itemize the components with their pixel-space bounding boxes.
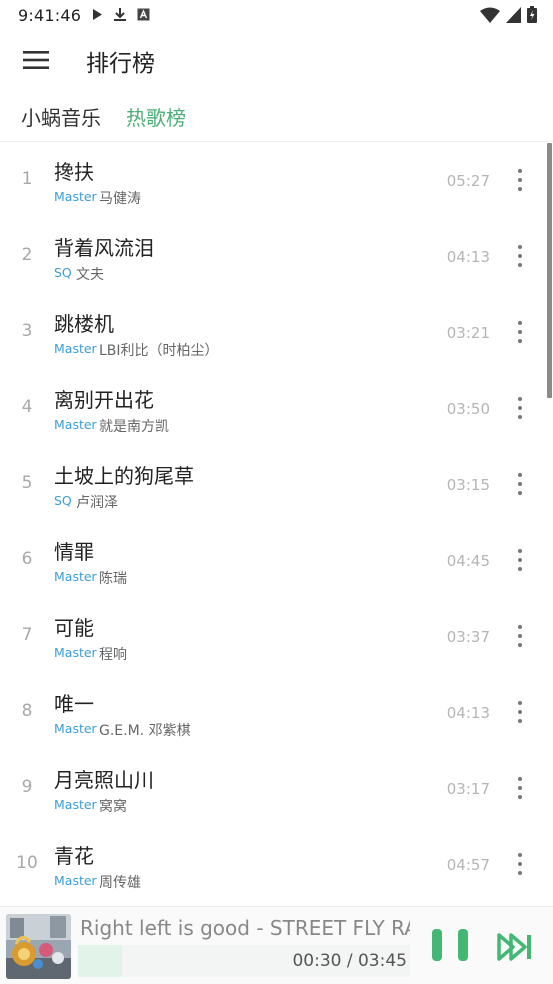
more-options-button[interactable] [515, 167, 525, 193]
song-duration: 05:27 [446, 172, 490, 190]
song-artist: 程响 [99, 647, 127, 663]
song-title: 情罪 [54, 540, 94, 564]
song-row[interactable]: 1 搀扶 Master 马健涛 05:27 [0, 143, 545, 219]
progress-fill [78, 945, 123, 977]
more-options-button[interactable] [515, 851, 525, 877]
skip-next-icon [497, 933, 531, 961]
more-options-button[interactable] [515, 319, 525, 345]
song-title: 背着风流泪 [54, 236, 154, 260]
album-cover[interactable] [6, 914, 71, 979]
tab-hot-songs[interactable]: 热歌榜 [126, 102, 186, 131]
song-rank: 7 [21, 625, 33, 645]
pause-button[interactable] [432, 929, 468, 965]
song-row[interactable]: 2 背着风流泪 SQ 文夫 04:13 [0, 219, 545, 295]
song-title: 土坡上的狗尾草 [54, 464, 194, 488]
source-tabs: 小蜗音乐 热歌榜 [0, 90, 553, 142]
quality-badge: SQ [54, 493, 72, 508]
song-row[interactable]: 9 月亮照山川 Master 窝窝 03:17 [0, 751, 545, 827]
quality-badge: Master [54, 341, 97, 356]
more-options-button[interactable] [515, 243, 525, 269]
quality-badge: SQ [54, 265, 72, 280]
song-rank: 9 [21, 777, 33, 797]
song-title: 可能 [54, 616, 94, 640]
song-list[interactable]: 1 搀扶 Master 马健涛 05:27 2 背着风流泪 SQ 文夫 04:1… [0, 143, 553, 906]
quality-badge: Master [54, 645, 97, 660]
quality-badge: Master [54, 417, 97, 432]
page-title: 排行榜 [86, 51, 155, 77]
menu-button[interactable] [18, 46, 54, 74]
song-row[interactable]: 8 唯一 Master G.E.M. 邓紫棋 04:13 [0, 675, 545, 751]
song-artist: 就是南方凯 [99, 419, 169, 435]
more-options-button[interactable] [515, 547, 525, 573]
song-title: 搀扶 [54, 160, 94, 184]
more-options-button[interactable] [515, 623, 525, 649]
song-artist: 马健涛 [99, 191, 141, 207]
song-title: 青花 [54, 844, 94, 868]
mini-player[interactable]: Right left is good - STREET FLY RA... 00… [0, 906, 553, 984]
notification-icons [92, 7, 150, 22]
song-artist: 窝窝 [99, 799, 127, 815]
song-duration: 03:17 [446, 780, 490, 798]
battery-icon [527, 6, 537, 23]
download-icon [114, 8, 126, 21]
system-icons [480, 6, 537, 23]
more-options-button[interactable] [515, 699, 525, 725]
song-rank: 1 [21, 169, 33, 189]
song-rank: 8 [21, 701, 33, 721]
next-button[interactable] [496, 931, 534, 963]
song-rank: 4 [21, 397, 33, 417]
quality-badge: Master [54, 569, 97, 584]
song-duration: 04:13 [446, 704, 490, 722]
song-rank: 5 [21, 473, 33, 493]
song-row[interactable]: 3 跳楼机 Master LBI利比（时柏尘） 03:21 [0, 295, 545, 371]
song-rank: 3 [21, 321, 33, 341]
play-icon [93, 9, 102, 20]
song-title: 月亮照山川 [54, 768, 154, 792]
more-options-button[interactable] [515, 775, 525, 801]
song-duration: 03:50 [446, 400, 490, 418]
song-duration: 04:45 [446, 552, 490, 570]
pause-icon [432, 929, 442, 961]
app-bar: 排行榜 [0, 30, 553, 90]
quality-badge: Master [54, 189, 97, 204]
status-bar: 9:41:46 [0, 0, 553, 30]
song-artist: 卢润泽 [76, 495, 118, 511]
song-rank: 10 [16, 853, 38, 873]
song-title: 唯一 [54, 692, 94, 716]
status-time: 9:41:46 [18, 6, 82, 25]
song-artist: G.E.M. 邓紫棋 [99, 723, 191, 739]
song-duration: 03:15 [446, 476, 490, 494]
quality-badge: Master [54, 873, 97, 888]
a-badge-icon [137, 8, 150, 21]
song-row[interactable]: 10 青花 Master 周传雄 04:57 [0, 827, 545, 903]
song-row[interactable]: 5 土坡上的狗尾草 SQ 卢润泽 03:15 [0, 447, 545, 523]
song-artist: 文夫 [76, 267, 104, 283]
scrollbar[interactable] [547, 143, 552, 398]
song-artist: 周传雄 [99, 875, 141, 891]
quality-badge: Master [54, 721, 97, 736]
signal-icon [506, 6, 521, 23]
song-title: 离别开出花 [54, 388, 154, 412]
tab-xiaowo-music[interactable]: 小蜗音乐 [21, 102, 101, 131]
song-duration: 04:57 [446, 856, 490, 874]
song-duration: 03:21 [446, 324, 490, 342]
menu-icon [23, 51, 49, 69]
song-row[interactable]: 7 可能 Master 程响 03:37 [0, 599, 545, 675]
now-playing-title[interactable]: Right left is good - STREET FLY RA... [80, 916, 410, 940]
more-options-button[interactable] [515, 395, 525, 421]
song-row[interactable]: 4 离别开出花 Master 就是南方凯 03:50 [0, 371, 545, 447]
progress-bar[interactable]: 00:30 / 03:45 [78, 945, 410, 977]
song-duration: 04:13 [446, 248, 490, 266]
wifi-icon [480, 7, 500, 23]
song-rank: 6 [21, 549, 33, 569]
progress-time: 00:30 / 03:45 [292, 951, 407, 971]
more-options-button[interactable] [515, 471, 525, 497]
song-duration: 03:37 [446, 628, 490, 646]
song-artist: 陈瑞 [99, 571, 127, 587]
song-rank: 2 [21, 245, 33, 265]
song-artist: LBI利比（时柏尘） [99, 343, 219, 359]
song-title: 跳楼机 [54, 312, 114, 336]
quality-badge: Master [54, 797, 97, 812]
song-row[interactable]: 6 情罪 Master 陈瑞 04:45 [0, 523, 545, 599]
